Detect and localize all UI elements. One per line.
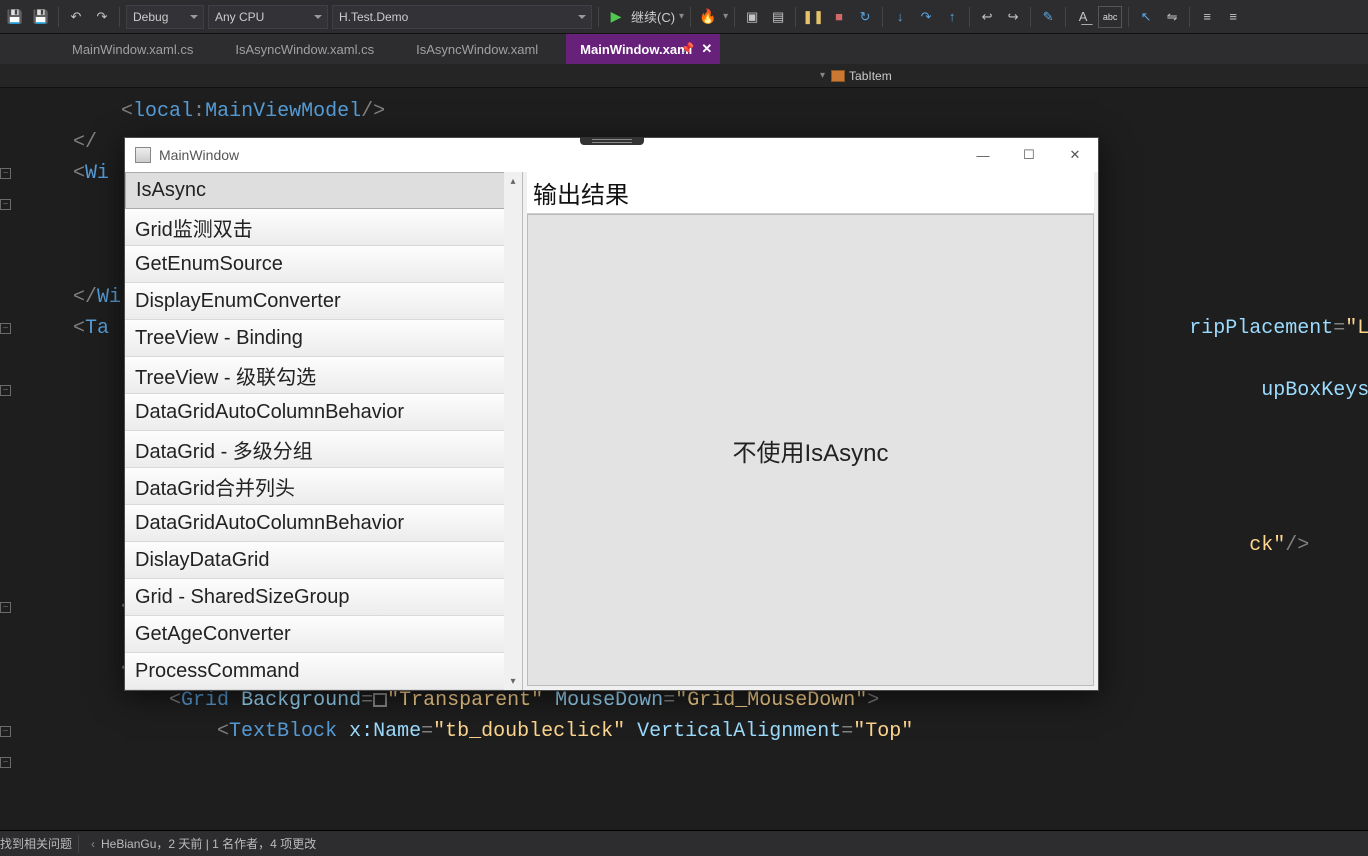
fold-collapse-icon[interactable]: − bbox=[0, 323, 11, 334]
list-item[interactable]: ProcessCommand bbox=[125, 653, 522, 690]
config-dropdown[interactable]: Debug bbox=[126, 5, 204, 29]
list-item[interactable]: DataGrid - 多级分组 bbox=[125, 431, 522, 468]
close-button[interactable]: ✕ bbox=[1052, 138, 1098, 172]
step-over-icon[interactable]: ↷ bbox=[915, 6, 937, 28]
list-item[interactable]: DisplayEnumConverter bbox=[125, 283, 522, 320]
status-bar: 找到相关问题 ‹ HeBianGu，2 天前 | 1 名作者，4 项更改 bbox=[0, 830, 1368, 856]
continue-label: 继续(C) bbox=[631, 7, 675, 26]
platform-dropdown[interactable]: Any CPU bbox=[208, 5, 328, 29]
list-item[interactable]: Grid - SharedSizeGroup bbox=[125, 579, 522, 616]
ide-toolbar: 💾 💾 ↶ ↷ Debug Any CPU H.Test.Demo ▶ 继续(C… bbox=[0, 0, 1368, 34]
list-item[interactable]: Grid监测双击 bbox=[125, 209, 522, 246]
tab-list[interactable]: IsAsyncGrid监测双击GetEnumSourceDisplayEnumC… bbox=[125, 172, 523, 690]
project-dropdown[interactable]: H.Test.Demo bbox=[332, 5, 592, 29]
toolbar-icon[interactable]: ↪ bbox=[1002, 6, 1024, 28]
tab-isasyncwindow-cs[interactable]: IsAsyncWindow.xaml.cs bbox=[221, 34, 402, 64]
save-icon[interactable]: 💾 bbox=[4, 6, 26, 28]
save-all-icon[interactable]: 💾 bbox=[30, 6, 52, 28]
list-item[interactable]: TreeView - 级联勾选 bbox=[125, 357, 522, 394]
pin-icon[interactable]: 📌 bbox=[681, 42, 695, 55]
list-item[interactable]: TreeView - Binding bbox=[125, 320, 522, 357]
list-item[interactable]: DataGridAutoColumnBehavior bbox=[125, 394, 522, 431]
maximize-button[interactable]: ☐ bbox=[1006, 138, 1052, 172]
minimize-button[interactable]: — bbox=[960, 138, 1006, 172]
list-item[interactable]: DislayDataGrid bbox=[125, 542, 522, 579]
scroll-down-icon[interactable]: ▾ bbox=[504, 672, 522, 690]
toolbar-icon[interactable]: ≡ bbox=[1222, 6, 1244, 28]
output-header: 输出结果 bbox=[527, 172, 1094, 214]
app-icon bbox=[135, 147, 151, 163]
step-into-icon[interactable]: ↓ bbox=[889, 6, 911, 28]
codelens-authorship[interactable]: HeBianGu，2 天前 | 1 名作者，4 项更改 bbox=[101, 835, 316, 852]
navigator-item[interactable]: TabItem bbox=[831, 69, 892, 83]
undo-icon[interactable]: ↶ bbox=[65, 6, 87, 28]
hot-reload-icon[interactable]: 🔥 bbox=[697, 6, 719, 28]
xaml-navigator: ▾ TabItem bbox=[0, 64, 1368, 88]
toolbar-icon[interactable]: A͟ bbox=[1072, 6, 1094, 28]
running-app-window: MainWindow — ☐ ✕ IsAsyncGrid监测双击GetEnumS… bbox=[124, 137, 1099, 691]
chevron-down-icon[interactable]: ▾ bbox=[820, 70, 825, 81]
output-pane: 输出结果 不使用IsAsync bbox=[523, 172, 1098, 690]
list-item[interactable]: DataGridAutoColumnBehavior bbox=[125, 505, 522, 542]
toolbar-icon[interactable]: ▤ bbox=[767, 6, 789, 28]
tab-mainwindow-xaml[interactable]: MainWindow.xaml 📌 ✕ bbox=[566, 34, 720, 64]
scrollbar[interactable]: ▴ ▾ bbox=[504, 172, 522, 690]
pause-icon[interactable]: ❚❚ bbox=[802, 6, 824, 28]
find-issues[interactable]: 找到相关问题 bbox=[0, 835, 72, 852]
play-icon[interactable]: ▶ bbox=[605, 6, 627, 28]
fold-collapse-icon[interactable]: − bbox=[0, 385, 11, 396]
step-out-icon[interactable]: ↑ bbox=[941, 6, 963, 28]
list-item[interactable]: IsAsync bbox=[125, 172, 522, 209]
output-body: 不使用IsAsync bbox=[527, 214, 1094, 686]
toolbar-icon[interactable]: ↩ bbox=[976, 6, 998, 28]
list-item[interactable]: DataGrid合并列头 bbox=[125, 468, 522, 505]
tab-isasyncwindow-xaml[interactable]: IsAsyncWindow.xaml bbox=[402, 34, 566, 64]
list-item[interactable]: GetEnumSource bbox=[125, 246, 522, 283]
toolbar-icon[interactable]: abc bbox=[1098, 6, 1122, 28]
tabitem-icon bbox=[831, 70, 845, 82]
stop-icon[interactable]: ■ bbox=[828, 6, 850, 28]
document-tab-bar: MainWindow.xaml.cs IsAsyncWindow.xaml.cs… bbox=[0, 34, 1368, 64]
cursor-icon[interactable]: ↖ bbox=[1135, 6, 1157, 28]
list-item[interactable]: GetAgeConverter bbox=[125, 616, 522, 653]
redo-icon[interactable]: ↷ bbox=[91, 6, 113, 28]
toolbar-icon[interactable]: ⇋ bbox=[1161, 6, 1183, 28]
toolbar-icon[interactable]: ≡ bbox=[1196, 6, 1218, 28]
scroll-up-icon[interactable]: ▴ bbox=[504, 172, 522, 190]
fold-collapse-icon[interactable]: − bbox=[0, 602, 11, 613]
chevron-left-icon[interactable]: ‹ bbox=[85, 837, 101, 851]
fold-collapse-icon[interactable]: − bbox=[0, 199, 11, 210]
toolbar-icon[interactable]: ▣ bbox=[741, 6, 763, 28]
fold-collapse-icon[interactable]: − bbox=[0, 726, 11, 737]
app-title: MainWindow bbox=[159, 147, 239, 163]
tab-mainwindow-cs[interactable]: MainWindow.xaml.cs bbox=[58, 34, 221, 64]
chevron-down-icon[interactable]: ▾ bbox=[723, 11, 728, 22]
restart-icon[interactable]: ↻ bbox=[854, 6, 876, 28]
toolbar-icon[interactable]: ✎ bbox=[1037, 6, 1059, 28]
fold-gutter: − − − − − − − bbox=[0, 88, 15, 828]
close-icon[interactable]: ✕ bbox=[701, 41, 712, 57]
debug-handle[interactable] bbox=[580, 137, 644, 145]
fold-collapse-icon[interactable]: − bbox=[0, 168, 11, 179]
chevron-down-icon[interactable]: ▾ bbox=[679, 11, 684, 22]
fold-collapse-icon[interactable]: − bbox=[0, 757, 11, 768]
